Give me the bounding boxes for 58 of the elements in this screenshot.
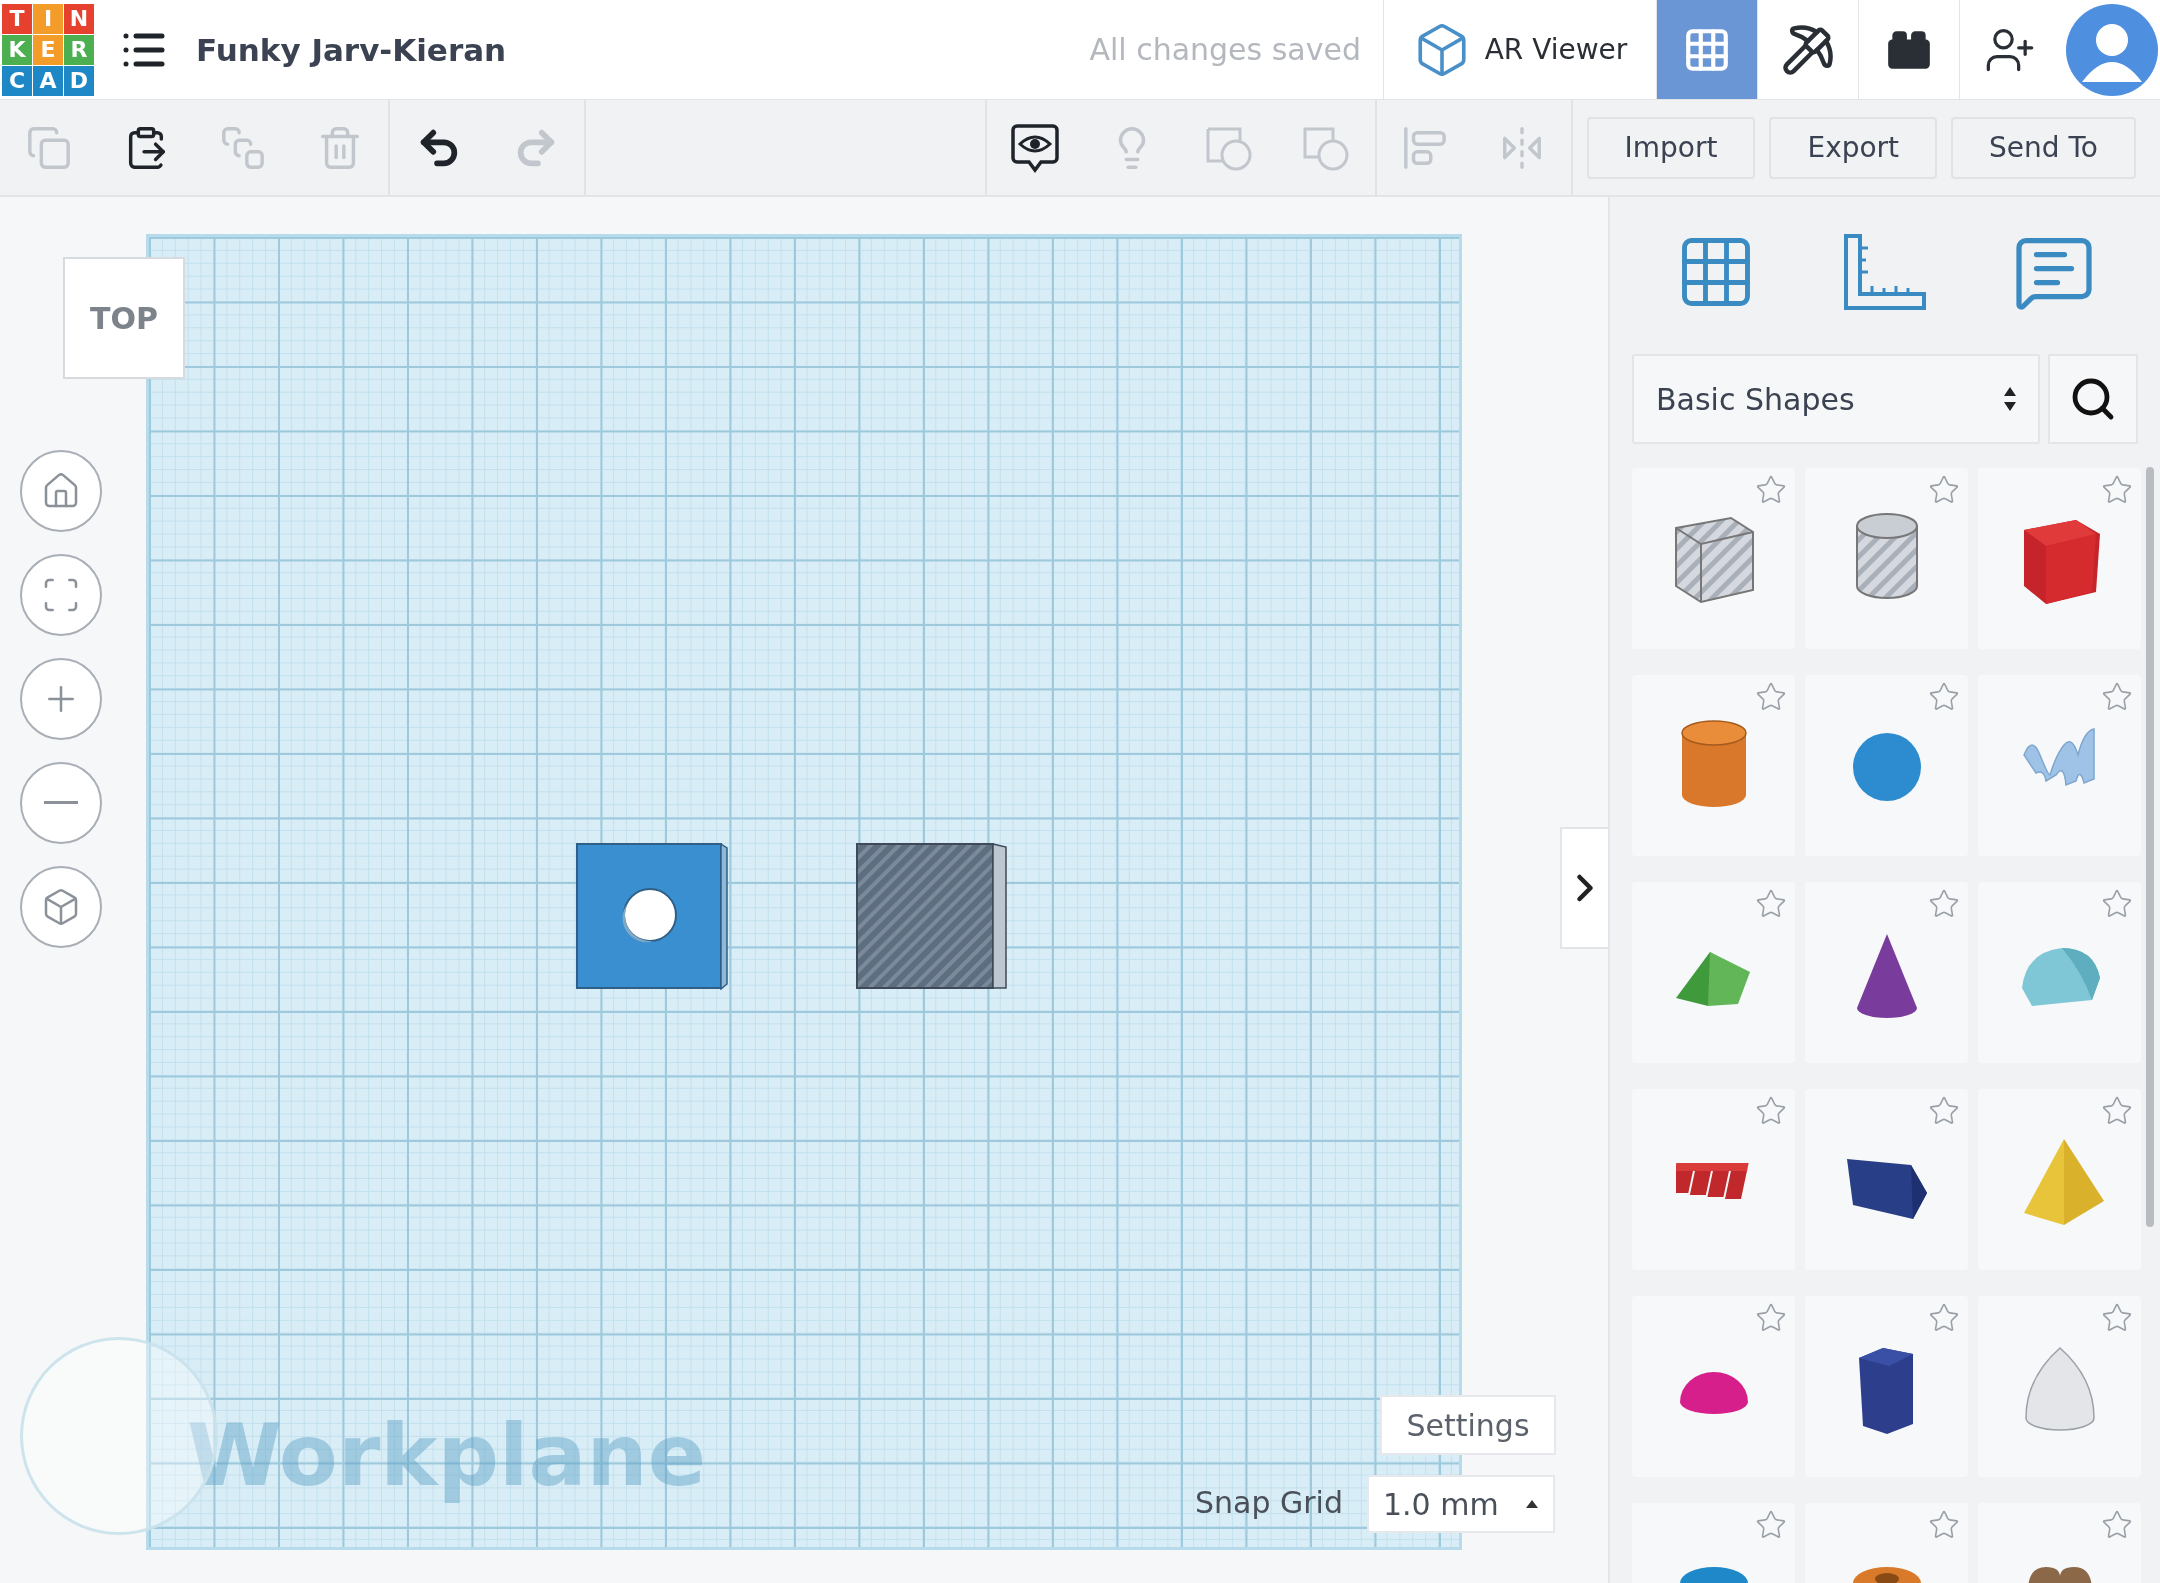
workplane-label: Workplane bbox=[187, 1405, 707, 1505]
ruler-icon[interactable] bbox=[1842, 232, 1928, 312]
shape-card[interactable] bbox=[1805, 1296, 1968, 1477]
striped-cube-icon bbox=[1673, 516, 1756, 604]
star-icon[interactable] bbox=[1928, 1302, 1960, 1334]
sphere-icon bbox=[1850, 731, 1923, 803]
star-icon[interactable] bbox=[2101, 1509, 2133, 1541]
star-icon[interactable] bbox=[1755, 888, 1787, 920]
project-title[interactable]: Funky Jarv-Kieran bbox=[196, 31, 507, 68]
save-status: All changes saved bbox=[1089, 32, 1361, 67]
toolbar-button[interactable]: Send To bbox=[1951, 116, 2136, 179]
star-icon[interactable] bbox=[1928, 474, 1960, 506]
settings-button[interactable]: Settings bbox=[1380, 1395, 1556, 1455]
star-icon[interactable] bbox=[2101, 1302, 2133, 1334]
star-icon[interactable] bbox=[2101, 1095, 2133, 1127]
toolbar-button[interactable]: Import bbox=[1586, 116, 1756, 179]
shape-card[interactable] bbox=[1632, 468, 1795, 649]
shape-card[interactable] bbox=[1632, 1296, 1795, 1477]
roof-icon bbox=[1673, 950, 1752, 1008]
logo: T I N K E R C A D bbox=[2, 3, 94, 96]
search-button[interactable] bbox=[2048, 354, 2138, 444]
view-cube[interactable]: TOP bbox=[63, 257, 185, 379]
cube-icon bbox=[2021, 518, 2102, 606]
star-icon[interactable] bbox=[1928, 681, 1960, 713]
snap-grid-select[interactable]: 1.0 mm bbox=[1367, 1475, 1555, 1533]
caret-up-icon bbox=[1525, 1499, 1539, 1509]
collapse-panel-button[interactable] bbox=[1560, 827, 1608, 949]
star-icon[interactable] bbox=[1755, 1509, 1787, 1541]
star-icon[interactable] bbox=[1755, 1095, 1787, 1127]
hexagonal-prism-icon bbox=[1856, 1346, 1915, 1436]
pickaxe-icon bbox=[1781, 22, 1835, 77]
paraboloid-icon bbox=[2023, 1346, 2096, 1432]
prism-icon bbox=[1844, 1157, 1929, 1221]
star-icon[interactable] bbox=[2101, 474, 2133, 506]
star-icon[interactable] bbox=[1928, 888, 1960, 920]
hatched-box-shape[interactable] bbox=[856, 843, 1008, 990]
snap-grid-label: Snap Grid bbox=[1195, 1485, 1343, 1520]
star-icon[interactable] bbox=[1755, 474, 1787, 506]
star-icon[interactable] bbox=[1928, 1095, 1960, 1127]
cylinder-icon bbox=[1679, 719, 1748, 809]
minus-icon bbox=[44, 801, 78, 805]
striped-cylinder-icon bbox=[1854, 512, 1919, 600]
shape-card[interactable] bbox=[1632, 1089, 1795, 1270]
sort-caret-icon bbox=[2002, 385, 2018, 413]
shape-card[interactable] bbox=[1978, 468, 2141, 649]
round-roof-icon bbox=[2019, 946, 2102, 1006]
pyramid-icon bbox=[2021, 1137, 2106, 1227]
shape-card[interactable] bbox=[1805, 882, 1968, 1063]
star-icon[interactable] bbox=[1755, 1302, 1787, 1334]
star-icon[interactable] bbox=[1755, 681, 1787, 713]
toolbar-button[interactable]: Export bbox=[1769, 116, 1938, 179]
shape-card[interactable] bbox=[1805, 1089, 1968, 1270]
cone-icon bbox=[1854, 932, 1919, 1018]
category-select[interactable]: Basic Shapes bbox=[1632, 354, 2040, 444]
star-icon[interactable] bbox=[2101, 681, 2133, 713]
star-icon[interactable] bbox=[1928, 1509, 1960, 1541]
box-with-hole-shape[interactable] bbox=[576, 843, 728, 990]
star-icon[interactable] bbox=[2101, 888, 2133, 920]
